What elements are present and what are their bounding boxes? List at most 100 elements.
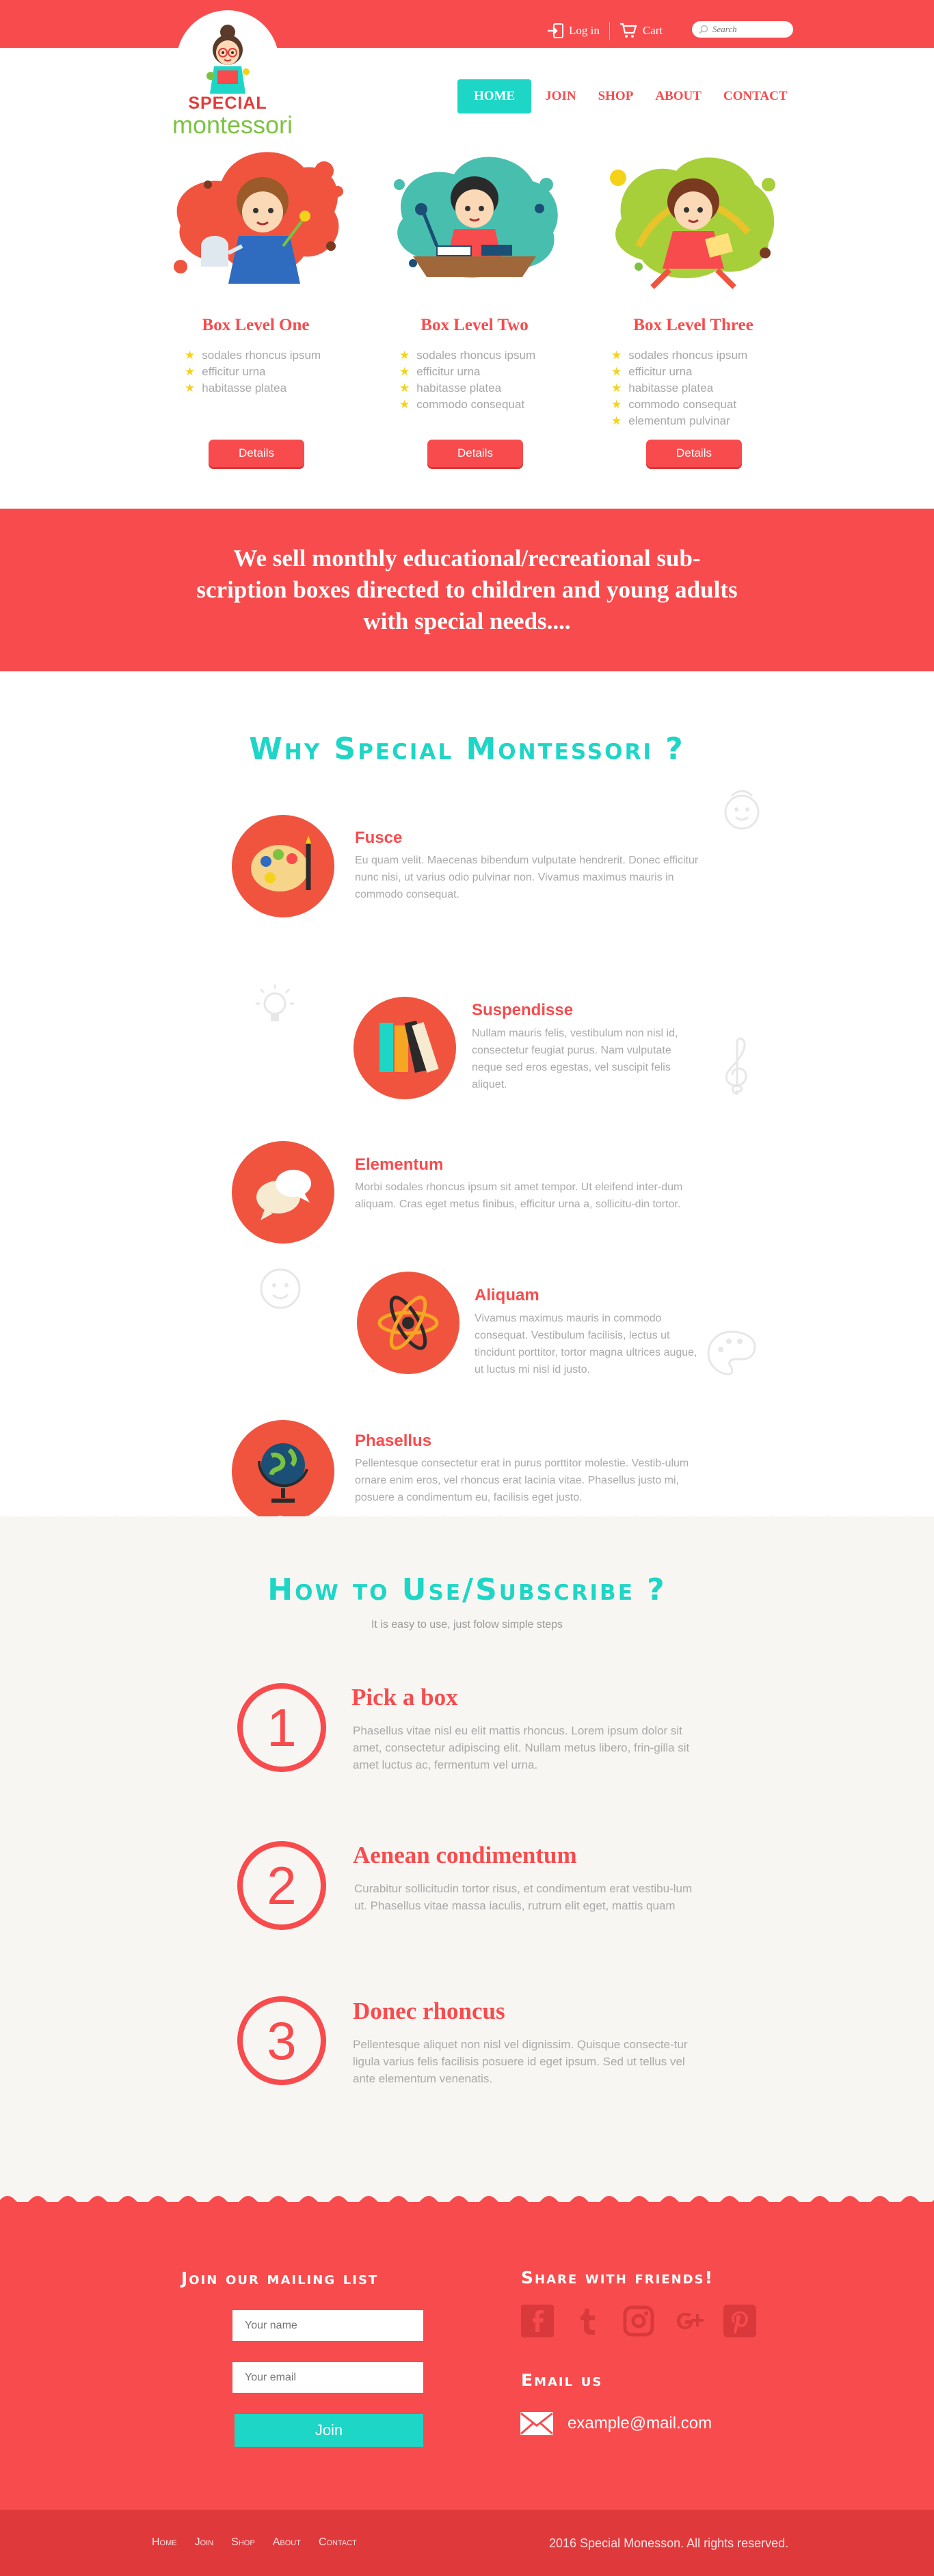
list-item: ★ sodales rhoncus ipsum	[611, 347, 796, 364]
chat-bubbles-icon	[256, 1170, 311, 1220]
list-item: ★ efficitur urna	[611, 364, 796, 380]
boy-with-teapot-illustration	[174, 152, 343, 284]
tumblr-icon[interactable]	[572, 2305, 604, 2337]
star-icon: ★	[611, 381, 622, 394]
email-address: example@mail.com	[568, 2414, 712, 2432]
mission-text: We sell monthly educational/recreational…	[196, 545, 738, 634]
logo[interactable]: SPECIAL montessori	[172, 10, 293, 137]
nav-shop[interactable]: SHOP	[587, 79, 645, 113]
logo-line2: montessori	[172, 111, 293, 139]
nav-join[interactable]: JOIN	[534, 79, 587, 113]
nav-home[interactable]: HOME	[457, 79, 532, 113]
box-card-3: Box Level Three ★ sodales rhoncus ipsum ★…	[591, 144, 796, 467]
feature-title: Aliquam	[475, 1286, 539, 1304]
details-button[interactable]: Details	[209, 440, 304, 467]
nav-about[interactable]: ABOUT	[644, 79, 712, 113]
box-card-1: Box Level One ★ sodales rhoncus ipsum ★ ef…	[153, 144, 358, 467]
step-title: Aenean condimentum	[353, 1842, 577, 1868]
feature-text: efficitur urna	[202, 365, 266, 378]
star-icon: ★	[185, 381, 196, 394]
star-icon: ★	[611, 349, 622, 362]
login-icon	[548, 23, 563, 38]
nav-contact[interactable]: CONTACT	[712, 79, 799, 113]
search-box[interactable]	[692, 21, 793, 38]
email-input[interactable]	[232, 2362, 423, 2393]
list-item: ★ habitasse platea	[399, 380, 577, 397]
feature-body: Morbi sodales rhoncus ipsum sit amet tem…	[355, 1181, 683, 1210]
why-title: Why Special Montessori ?	[249, 732, 685, 766]
search-icon	[699, 25, 708, 34]
boy-studying-illustration	[394, 157, 558, 278]
step-number: 1	[237, 1683, 326, 1772]
star-icon: ★	[185, 349, 196, 362]
copyright: 2016 Special Monesson. All rights reserv…	[549, 2536, 789, 2550]
footer-nav-shop[interactable]: Shop	[231, 2536, 255, 2549]
feature-title: Phasellus	[355, 1432, 432, 1450]
palette-doodle-icon	[707, 1330, 756, 1376]
step-body: Curabitur sollicitudin tortor risus, et …	[354, 1882, 693, 1912]
feature-body: Nullam mauris felis, vestibulum non nisl…	[472, 1028, 678, 1090]
lightbulb-doodle-icon	[256, 984, 294, 1021]
mailing-title: Join our mailing list	[181, 2268, 379, 2288]
details-button[interactable]: Details	[646, 440, 742, 467]
list-item: ★ habitasse platea	[185, 380, 358, 397]
box-title: Box Level Two	[421, 316, 529, 334]
name-input[interactable]	[232, 2310, 423, 2341]
wave-divider-bottom	[0, 2196, 934, 2208]
share-title: Share with friends!	[521, 2268, 714, 2287]
cart-label: Cart	[642, 24, 663, 37]
feature-circle	[232, 815, 334, 917]
box-features: ★ sodales rhoncus ipsum ★ efficitur urna ★…	[185, 347, 358, 397]
star-icon: ★	[611, 365, 622, 378]
google-plus-icon[interactable]	[673, 2305, 706, 2337]
box-title: Box Level Three	[633, 316, 753, 334]
box-features: ★ sodales rhoncus ipsum ★ efficitur urna ★…	[611, 347, 796, 429]
feature-text: habitasse platea	[628, 381, 714, 394]
step-number: 2	[237, 1841, 326, 1930]
details-button[interactable]: Details	[427, 440, 523, 467]
footer-nav-contact[interactable]: Contact	[319, 2536, 357, 2549]
email-us-title: Email us	[521, 2370, 603, 2390]
feature-circle	[357, 1272, 459, 1374]
top-links: Log in Cart	[547, 22, 663, 40]
star-icon: ★	[399, 398, 410, 411]
feature-text: efficitur urna	[628, 365, 693, 378]
search-input[interactable]	[712, 24, 788, 35]
main-nav: HOME JOIN SHOP ABOUT CONTACT	[457, 79, 799, 113]
join-button[interactable]: Join	[235, 2414, 423, 2447]
footer-nav-join[interactable]: Join	[195, 2536, 214, 2549]
star-icon: ★	[185, 365, 196, 378]
teacher-mascot-icon	[206, 25, 250, 94]
star-icon: ★	[399, 349, 410, 362]
box-features: ★ sodales rhoncus ipsum ★ efficitur urna ★…	[399, 347, 577, 413]
login-link[interactable]: Log in	[547, 23, 600, 38]
feature-circle	[353, 997, 456, 1099]
list-item: ★ efficitur urna	[185, 364, 358, 380]
feature-text: efficitur urna	[416, 365, 481, 378]
box-title: Box Level One	[202, 316, 310, 334]
cart-link[interactable]: Cart	[619, 23, 663, 39]
feature-title: Suspendisse	[472, 1001, 574, 1019]
list-item: ★ sodales rhoncus ipsum	[185, 347, 358, 364]
step-title: Donec rhoncus	[353, 1998, 505, 2024]
footer-nav: Home Join Shop About Contact	[152, 2536, 357, 2549]
cart-icon	[619, 23, 637, 38]
girl-reading-illustration	[610, 157, 775, 289]
list-item: ★ efficitur urna	[399, 364, 577, 380]
bottom-bar	[0, 2510, 934, 2576]
top-separator	[609, 22, 610, 40]
facebook-icon[interactable]	[521, 2305, 554, 2337]
footer-nav-home[interactable]: Home	[152, 2536, 177, 2549]
feature-circle	[232, 1420, 334, 1522]
instagram-icon[interactable]	[622, 2305, 655, 2337]
feature-text: sodales rhoncus ipsum	[416, 349, 536, 362]
email-link[interactable]: example@mail.com	[520, 2411, 712, 2436]
list-item: ★ habitasse platea	[611, 380, 796, 397]
footer-nav-about[interactable]: About	[273, 2536, 301, 2549]
how-title: How to Use/Subscribe ?	[267, 1572, 667, 1607]
top-bar	[0, 0, 934, 48]
star-icon: ★	[399, 381, 410, 394]
login-label: Log in	[569, 24, 600, 37]
pinterest-icon[interactable]	[723, 2305, 756, 2337]
feature-text: commodo consequat	[416, 398, 525, 411]
